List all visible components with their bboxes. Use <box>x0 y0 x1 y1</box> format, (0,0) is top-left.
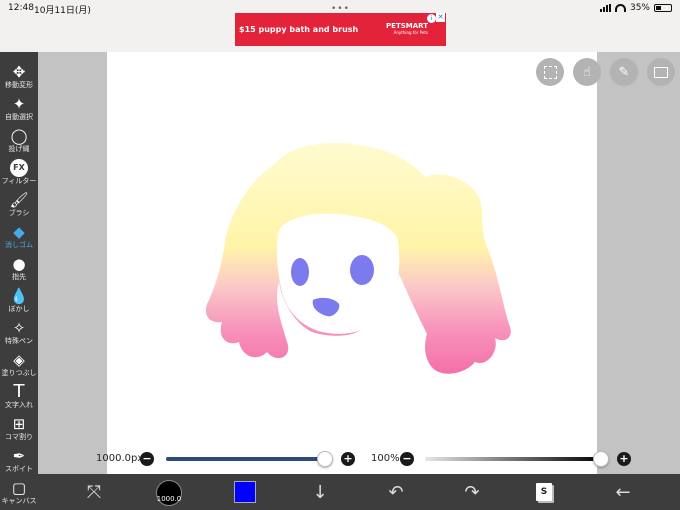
magic-wand-icon: ✦ <box>12 95 26 113</box>
lasso-icon: ◯ <box>10 127 28 145</box>
tool-label: 特殊ペン <box>5 337 33 345</box>
tool-brush[interactable]: 🖌 ブラシ <box>0 189 38 221</box>
battery-percent: 35% <box>629 3 650 13</box>
download-button[interactable]: ↓ <box>302 474 338 510</box>
tool-label: ぼかし <box>8 305 30 313</box>
ad-tagline: Anything for Pets <box>393 30 428 36</box>
tool-frame[interactable]: ⊞ コマ割り <box>0 413 38 445</box>
opacity-knob[interactable] <box>593 451 609 467</box>
artwork <box>205 142 511 374</box>
pen-button[interactable]: ✎ <box>610 58 638 86</box>
tool-label: スポイト <box>5 465 33 473</box>
image-icon <box>654 66 668 78</box>
signal-icon <box>599 4 611 12</box>
ad-banner[interactable]: $15 puppy bath and brush PETSMART Anythin… <box>235 13 446 46</box>
brush-size-minus-button[interactable]: − <box>140 452 154 466</box>
tool-special-pen[interactable]: ✧ 特殊ペン <box>0 317 38 349</box>
tool-label: 移動変形 <box>5 81 33 89</box>
tool-label: コマ割り <box>5 433 33 441</box>
tool-auto-select[interactable]: ✦ 自動選択 <box>0 93 38 125</box>
selection-dashed-icon <box>543 65 557 79</box>
smudge-icon: ● <box>12 255 26 273</box>
opacity-minus-button[interactable]: − <box>400 452 414 466</box>
status-bar: 12:48 10月11日(月) ••• 35% $15 puppy bath a… <box>0 0 680 52</box>
ad-close-icon[interactable]: ✕ <box>436 13 445 22</box>
text-icon: T <box>13 381 25 402</box>
tool-label: 文字入れ <box>5 401 33 409</box>
status-date: 10月11日(月) <box>34 6 91 16</box>
fx-icon: FX <box>10 159 28 177</box>
pencil-icon: ✎ <box>618 64 630 80</box>
color-swatch-button[interactable] <box>234 481 256 503</box>
tool-eraser[interactable]: ◆ 消しゴム <box>0 221 38 253</box>
wifi-icon <box>614 4 626 12</box>
opacity-label: 100% <box>371 453 400 464</box>
brush-size-knob[interactable] <box>317 451 333 467</box>
tool-filter[interactable]: FX フィルター <box>0 157 38 189</box>
transform-button[interactable]: ⤧ <box>76 474 112 510</box>
left-eye <box>291 258 309 286</box>
ad-text: $15 puppy bath and brush <box>239 25 359 34</box>
redo-icon: ↷ <box>464 481 480 503</box>
back-button[interactable]: ← <box>605 474 641 510</box>
selection-button[interactable] <box>536 58 564 86</box>
brush-size-button[interactable]: 1000.0 <box>156 480 182 506</box>
move-icon: ✥ <box>12 63 26 81</box>
tool-eyedropper[interactable]: ✒ スポイト <box>0 445 38 477</box>
tool-label: ブラシ <box>8 209 30 217</box>
tool-label: フィルター <box>1 177 37 185</box>
redo-button[interactable]: ↷ <box>454 474 490 510</box>
brush-size-value: 1000.0 <box>156 495 182 503</box>
right-eye <box>350 255 374 285</box>
tool-label: 指先 <box>12 273 26 281</box>
tool-canvas[interactable]: ▢ キャンバス <box>0 477 38 509</box>
blur-icon: 💧 <box>9 287 29 305</box>
tool-label: 投げ縄 <box>8 145 30 153</box>
fill-icon: ◈ <box>13 351 25 369</box>
drawing-canvas[interactable] <box>107 52 597 474</box>
rotate-arrows-icon: ⤧ <box>86 481 102 503</box>
brush-size-plus-button[interactable]: + <box>341 452 355 466</box>
brush-size-track[interactable] <box>166 457 326 461</box>
tool-label: 消しゴム <box>5 241 33 249</box>
tool-lasso[interactable]: ◯ 投げ縄 <box>0 125 38 157</box>
undo-button[interactable]: ↶ <box>378 474 414 510</box>
ad-brand: PETSMART Anything for Pets <box>386 23 428 35</box>
eraser-icon: ◆ <box>13 223 25 241</box>
touch-button[interactable]: ☝ <box>573 58 601 86</box>
ad-info-icon[interactable]: i <box>427 14 436 23</box>
tool-move[interactable]: ✥ 移動変形 <box>0 61 38 93</box>
brush-size-label: 1000.0px <box>96 453 144 464</box>
tool-label: 塗りつぶし <box>1 369 37 377</box>
arrow-down-icon: ↓ <box>312 481 328 503</box>
layers-button[interactable]: S <box>536 483 552 501</box>
bottom-toolbar: ⤧ 1000.0 ↓ ↶ ↷ S ← <box>38 474 680 510</box>
status-time: 12:48 <box>8 3 34 13</box>
tool-label: 自動選択 <box>5 113 33 121</box>
image-button[interactable] <box>647 58 675 86</box>
tool-label: キャンバス <box>1 497 37 505</box>
tool-text[interactable]: T 文字入れ <box>0 381 38 413</box>
status-indicators: 35% <box>599 3 672 13</box>
tool-fill[interactable]: ◈ 塗りつぶし <box>0 349 38 381</box>
undo-icon: ↶ <box>388 481 404 503</box>
special-pen-icon: ✧ <box>12 319 26 337</box>
tool-blur[interactable]: 💧 ぼかし <box>0 285 38 317</box>
arrow-left-icon: ← <box>615 481 631 503</box>
tool-sidebar: ✥ 移動変形 ✦ 自動選択 ◯ 投げ縄 FX フィルター 🖌 ブラシ ◆ 消しゴ… <box>0 52 38 510</box>
battery-icon <box>654 4 672 12</box>
tool-smudge[interactable]: ● 指先 <box>0 253 38 285</box>
opacity-track[interactable] <box>425 457 603 461</box>
app-screen: 12:48 10月11日(月) ••• 35% $15 puppy bath a… <box>0 0 680 510</box>
brush-icon: 🖌 <box>9 191 29 209</box>
hand-icon: ☝ <box>583 64 591 80</box>
canvas-icon: ▢ <box>11 479 27 497</box>
opacity-plus-button[interactable]: + <box>617 452 631 466</box>
eyedropper-icon: ✒ <box>12 447 26 465</box>
frame-icon: ⊞ <box>12 415 26 433</box>
